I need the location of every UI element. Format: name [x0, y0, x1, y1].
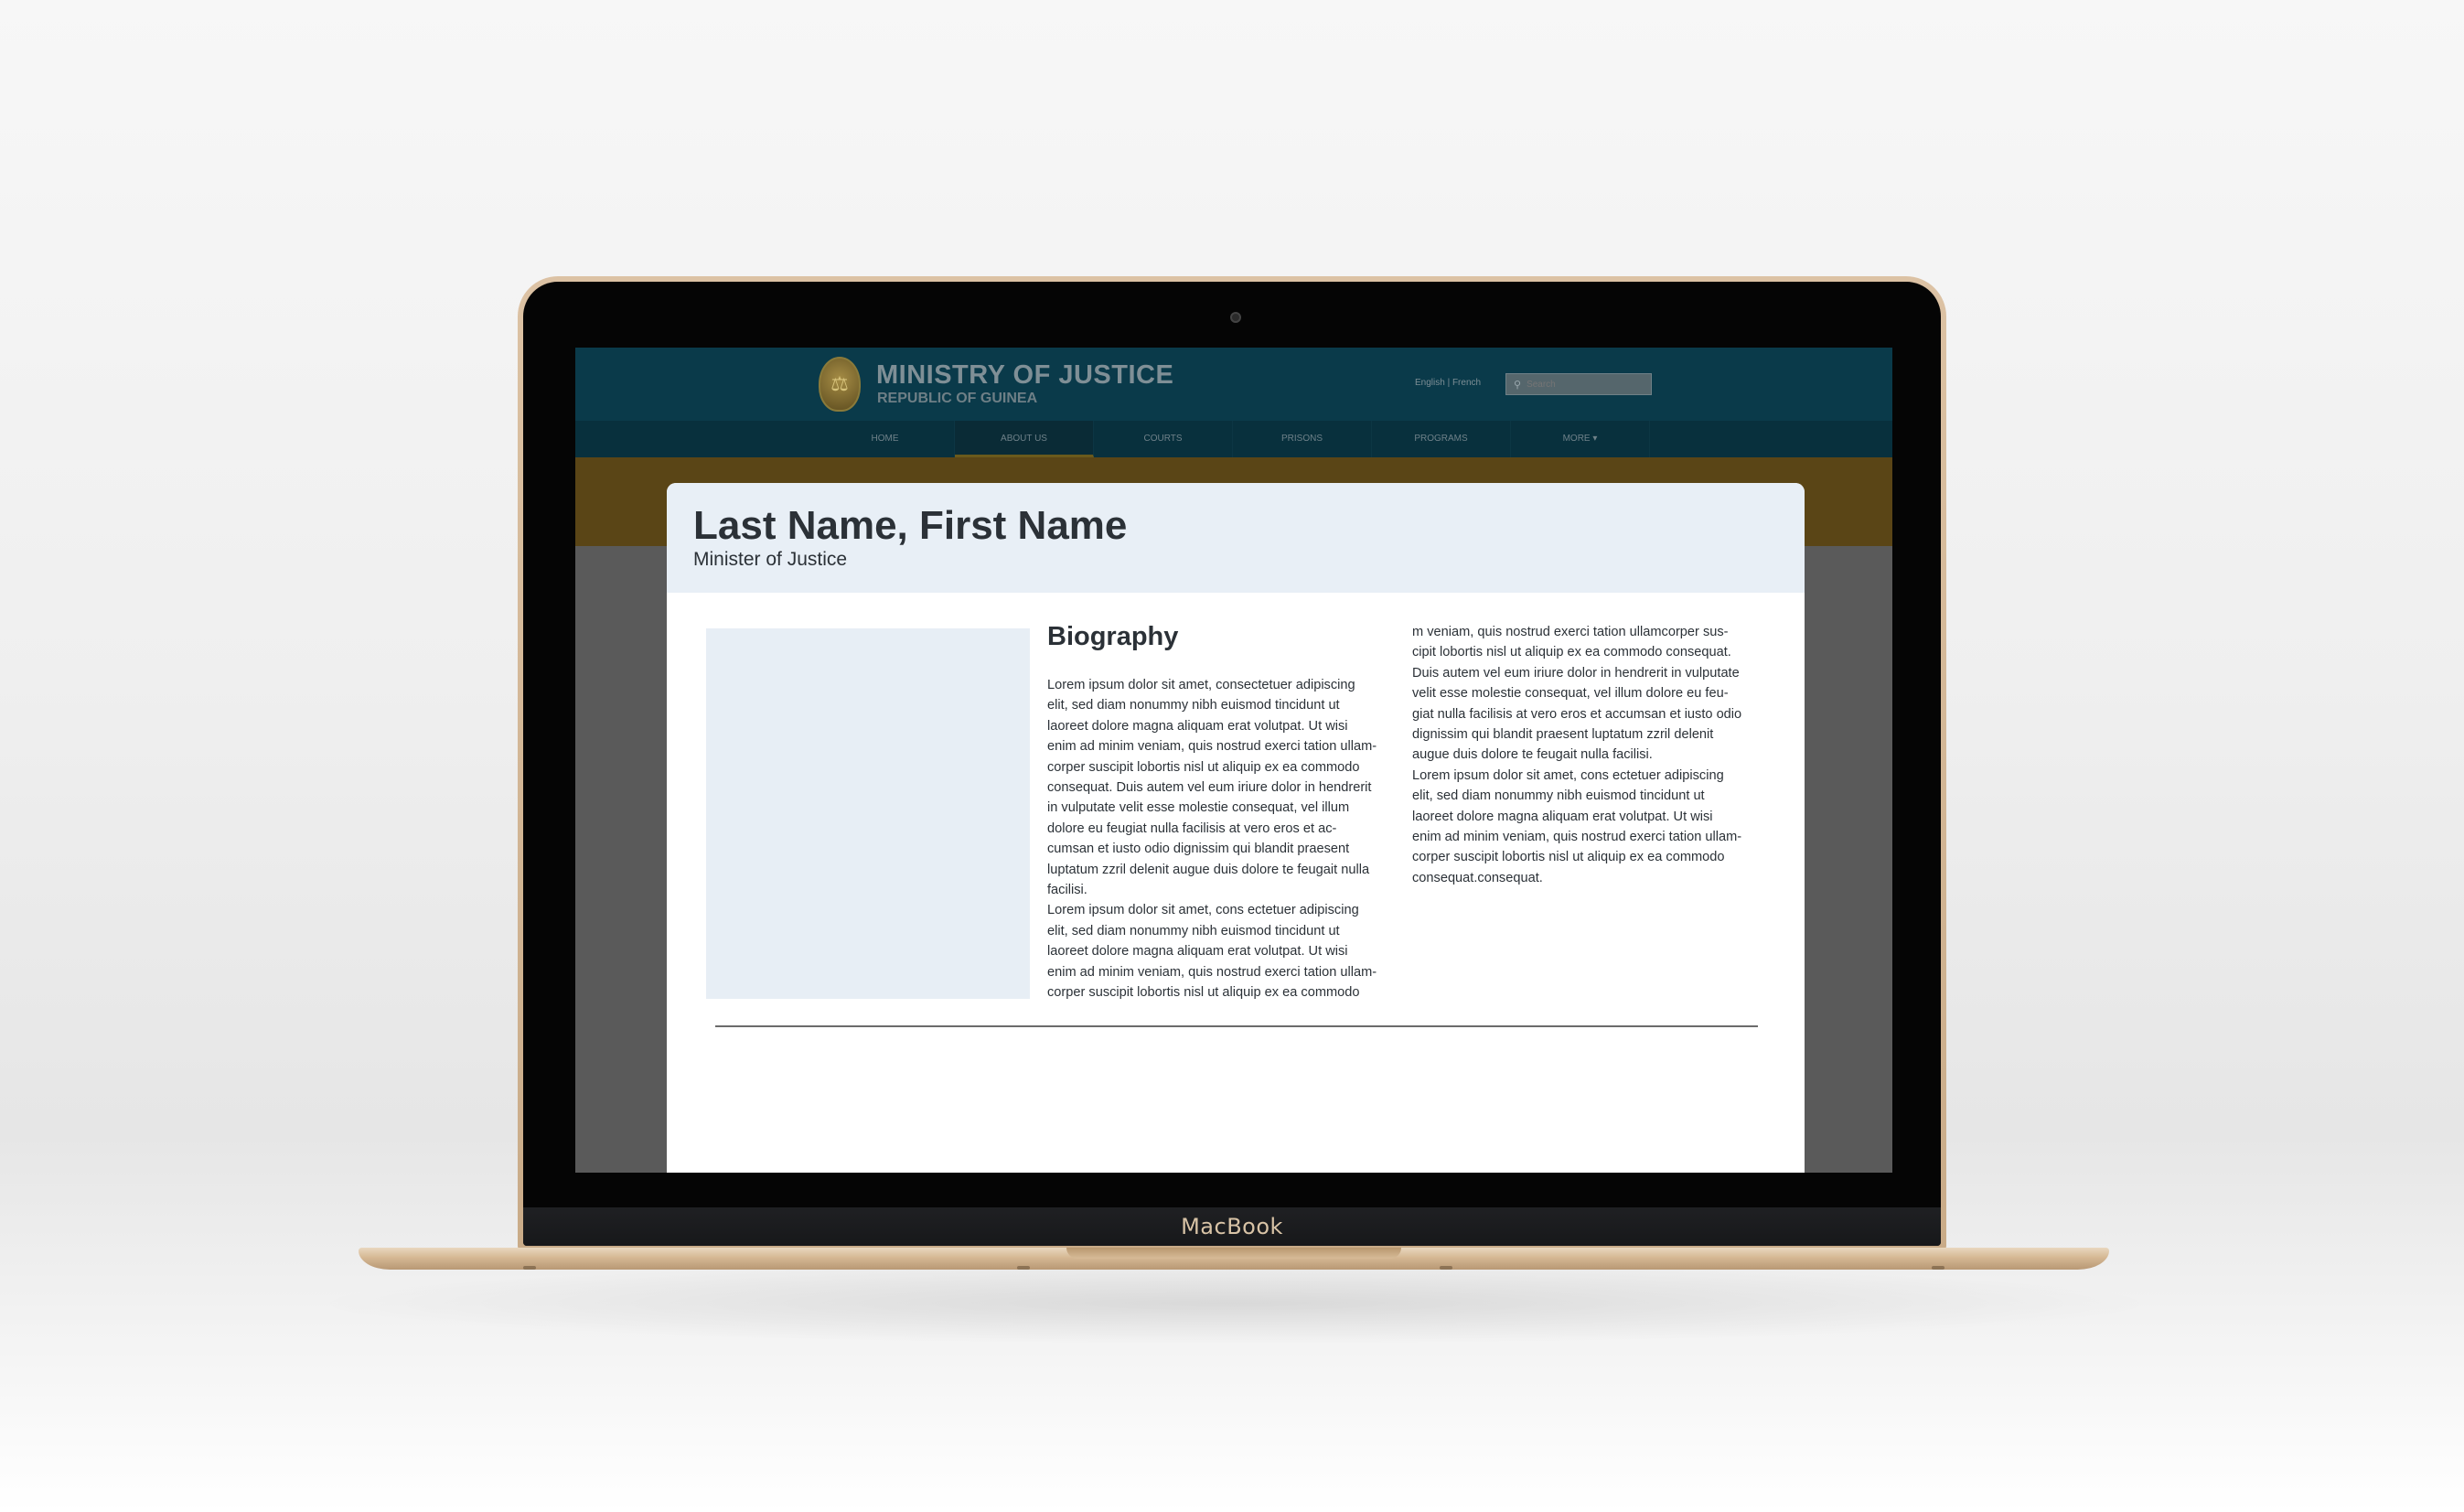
- nav-item-programs[interactable]: PROGRAMS: [1372, 421, 1511, 457]
- bio-line: in vulputate velit esse molestie consequ…: [1047, 800, 1350, 816]
- bio-line: m veniam, quis nostrud exerci tation ull…: [1412, 625, 1729, 639]
- bio-line: dignissim qui blandit praesent luptatum …: [1412, 727, 1714, 743]
- bio-line: Lorem ipsum dolor sit amet, cons ectetue…: [1412, 767, 1724, 783]
- biography-heading: Biography: [1047, 622, 1179, 651]
- search-icon[interactable]: ⚲: [1514, 379, 1521, 391]
- language-switch[interactable]: English | French: [1415, 378, 1481, 388]
- bio-line: corper suscipit lobortis nisl ut aliquip…: [1047, 759, 1360, 775]
- laptop-foot: [1440, 1266, 1452, 1270]
- bio-line: laoreet dolore magna aliquam erat volutp…: [1047, 718, 1348, 734]
- biography-column-2: m veniam, quis nostrud exerci tation ull…: [1412, 622, 1741, 888]
- bio-line: elit, sed diam nonummy nibh euismod tinc…: [1047, 698, 1340, 713]
- bio-line: luptatum zzril delenit augue duis dolore…: [1047, 862, 1370, 877]
- person-role: Minister of Justice: [693, 549, 848, 570]
- bio-line: enim ad minim veniam, quis nostrud exerc…: [1047, 964, 1377, 980]
- screen: ⚖ MINISTRY OF JUSTICE REPUBLIC OF GUINEA…: [575, 348, 1892, 1173]
- bio-line: consequat.consequat.: [1412, 870, 1543, 885]
- person-name: Last Name, First Name: [693, 503, 1128, 548]
- bio-line: Lorem ipsum dolor sit amet, consectetuer…: [1047, 678, 1355, 692]
- site-header: ⚖ MINISTRY OF JUSTICE REPUBLIC OF GUINEA…: [575, 348, 1892, 421]
- camera-icon: [1230, 312, 1241, 323]
- bio-line: cumsan et iusto odio dignissim qui bland…: [1047, 842, 1350, 857]
- bio-line: enim ad minim veniam, quis nostrud exerc…: [1047, 739, 1377, 755]
- laptop-shadow: [302, 1262, 2168, 1345]
- nav-item-home[interactable]: HOME: [816, 421, 955, 457]
- bio-line: Lorem ipsum dolor sit amet, cons ectetue…: [1047, 903, 1359, 918]
- bio-line: elit, sed diam nonummy nibh euismod tinc…: [1412, 788, 1705, 804]
- device-brand-label: MacBook: [1181, 1214, 1283, 1239]
- nav-item-courts[interactable]: COURTS: [1094, 421, 1233, 457]
- search-input[interactable]: [1527, 379, 1637, 390]
- bio-line: Duis autem vel eum iriure dolor in hendr…: [1412, 665, 1740, 681]
- laptop-base: [359, 1248, 2109, 1270]
- bio-line: corper suscipit lobortis nisl ut aliquip…: [1047, 985, 1360, 1001]
- biography-column-1: Lorem ipsum dolor sit amet, consectetuer…: [1047, 675, 1377, 1003]
- site-title[interactable]: MINISTRY OF JUSTICE: [876, 360, 1173, 391]
- bio-line: giat nulla facilisis at vero eros et acc…: [1412, 706, 1742, 722]
- section-divider: [715, 1025, 1758, 1027]
- bio-line: velit esse molestie consequat, vel illum…: [1412, 686, 1729, 702]
- bio-line: laoreet dolore magna aliquam erat volutp…: [1412, 809, 1713, 824]
- laptop-foot: [523, 1266, 536, 1270]
- bio-line: cipit lobortis nisl ut aliquip ex ea com…: [1412, 645, 1731, 660]
- site-subtitle: REPUBLIC OF GUINEA: [877, 391, 1038, 406]
- bio-line: dolore eu feugiat nulla facilisis at ver…: [1047, 820, 1337, 836]
- main-nav: HOME ABOUT US COURTS PRISONS PROGRAMS MO…: [575, 421, 1892, 457]
- profile-photo-placeholder: [706, 628, 1030, 999]
- bio-line: augue duis dolore te feugait nulla facil…: [1412, 747, 1653, 763]
- bio-line: facilisi.: [1047, 883, 1087, 898]
- laptop-foot: [1017, 1266, 1030, 1270]
- bio-line: laoreet dolore magna aliquam erat volutp…: [1047, 944, 1348, 960]
- laptop-lid: ⚖ MINISTRY OF JUSTICE REPUBLIC OF GUINEA…: [518, 276, 1946, 1251]
- bio-line: consequat. Duis autem vel eum iriure dol…: [1047, 780, 1372, 796]
- coat-of-arms-icon[interactable]: ⚖: [819, 357, 861, 412]
- nav-item-about-us[interactable]: ABOUT US: [955, 421, 1094, 457]
- lid-opening-notch: [1066, 1248, 1401, 1259]
- profile-header: Last Name, First Name Minister of Justic…: [667, 483, 1805, 593]
- laptop-chin: MacBook: [523, 1207, 1941, 1246]
- bio-line: enim ad minim veniam, quis nostrud exerc…: [1412, 830, 1742, 845]
- screen-bezel: ⚖ MINISTRY OF JUSTICE REPUBLIC OF GUINEA…: [523, 282, 1941, 1246]
- bio-line: elit, sed diam nonummy nibh euismod tinc…: [1047, 923, 1340, 938]
- nav-item-prisons[interactable]: PRISONS: [1233, 421, 1372, 457]
- profile-modal: Last Name, First Name Minister of Justic…: [667, 483, 1805, 1173]
- search-box[interactable]: ⚲: [1505, 373, 1652, 395]
- bio-line: corper suscipit lobortis nisl ut aliquip…: [1412, 850, 1725, 865]
- nav-item-more[interactable]: MORE ▾: [1511, 421, 1650, 457]
- laptop-foot: [1932, 1266, 1944, 1270]
